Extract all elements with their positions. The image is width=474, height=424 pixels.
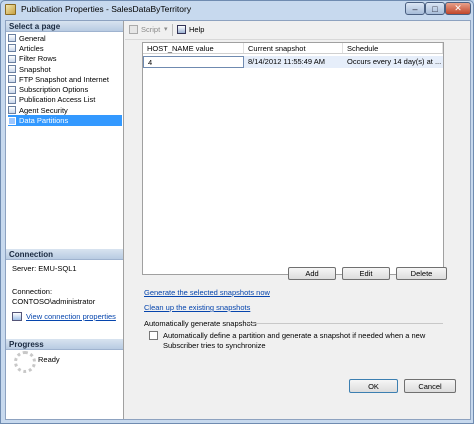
toolbar: Script ▾ Help bbox=[125, 21, 470, 40]
page-icon bbox=[8, 65, 16, 74]
page-item-label: Snapshot bbox=[19, 64, 51, 74]
column-header-current-snapshot[interactable]: Current snapshot bbox=[244, 43, 343, 53]
minimize-button[interactable]: – bbox=[405, 2, 425, 15]
page-list: General Articles Filter Rows Snapshot FT… bbox=[8, 33, 122, 126]
generate-snapshots-link[interactable]: Generate the selected snapshots now bbox=[144, 288, 270, 297]
page-icon bbox=[8, 44, 16, 53]
publication-icon bbox=[5, 4, 16, 15]
progress-spinner-icon bbox=[14, 351, 36, 373]
select-page-header: Select a page bbox=[6, 21, 123, 32]
page-item-articles[interactable]: Articles bbox=[8, 43, 122, 53]
page-icon bbox=[8, 116, 16, 125]
page-item-label: FTP Snapshot and Internet bbox=[19, 74, 109, 84]
page-item-snapshot[interactable]: Snapshot bbox=[8, 64, 122, 74]
page-item-label: Agent Security bbox=[19, 105, 68, 115]
partitions-grid[interactable]: HOST_NAME value Current snapshot Schedul… bbox=[142, 42, 444, 275]
connection-server: Server: EMU-SQL1 bbox=[12, 264, 77, 273]
title-bar[interactable]: Publication Properties - SalesDataByTerr… bbox=[1, 1, 473, 18]
connection-label: Connection: bbox=[12, 287, 53, 296]
cell-current-snapshot[interactable]: 8/14/2012 11:55:49 AM bbox=[244, 56, 343, 68]
page-item-label: Filter Rows bbox=[19, 54, 57, 64]
page-item-agent-security[interactable]: Agent Security bbox=[8, 105, 122, 115]
page-icon bbox=[8, 95, 16, 104]
page-item-subscription-options[interactable]: Subscription Options bbox=[8, 84, 122, 94]
page-item-general[interactable]: General bbox=[8, 33, 122, 43]
page-item-label: Data Partitions bbox=[19, 116, 69, 126]
script-button[interactable]: Script bbox=[129, 25, 160, 34]
group-divider bbox=[247, 323, 443, 324]
connection-properties-icon bbox=[12, 312, 22, 321]
column-header-host-name[interactable]: HOST_NAME value bbox=[143, 43, 244, 53]
help-button[interactable]: Help bbox=[177, 25, 204, 34]
script-label: Script bbox=[141, 25, 161, 34]
left-pane: Select a page General Articles Filter Ro… bbox=[6, 21, 124, 419]
page-item-data-partitions[interactable]: Data Partitions bbox=[8, 115, 122, 126]
table-row[interactable]: 4 8/14/2012 11:55:49 AM Occurs every 14 … bbox=[143, 56, 443, 68]
auto-define-partition-label-line1[interactable]: Automatically define a partition and gen… bbox=[163, 331, 425, 340]
page-item-label: Articles bbox=[19, 43, 44, 53]
progress-status: Ready bbox=[38, 355, 60, 364]
chevron-down-icon[interactable]: ▾ bbox=[164, 25, 168, 33]
page-icon bbox=[8, 54, 16, 63]
page-icon bbox=[8, 34, 16, 43]
page-item-ftp-snapshot[interactable]: FTP Snapshot and Internet bbox=[8, 74, 122, 84]
page-item-publication-access-list[interactable]: Publication Access List bbox=[8, 95, 122, 105]
connection-header: Connection bbox=[6, 249, 123, 260]
grid-header: HOST_NAME value Current snapshot Schedul… bbox=[143, 43, 443, 54]
help-label: Help bbox=[189, 25, 205, 34]
add-button[interactable]: Add bbox=[288, 267, 336, 280]
edit-button[interactable]: Edit bbox=[342, 267, 390, 280]
toolbar-separator bbox=[172, 24, 173, 36]
connection-user: CONTOSO\administrator bbox=[12, 297, 96, 306]
page-item-filter-rows[interactable]: Filter Rows bbox=[8, 54, 122, 64]
page-item-label: Publication Access List bbox=[19, 95, 96, 105]
window-title: Publication Properties - SalesDataByTerr… bbox=[21, 4, 192, 14]
cell-host-name[interactable]: 4 bbox=[143, 56, 244, 68]
help-icon bbox=[177, 25, 186, 34]
page-item-label: Subscription Options bbox=[19, 85, 89, 95]
page-icon bbox=[8, 85, 16, 94]
cancel-button[interactable]: Cancel bbox=[404, 379, 456, 393]
progress-header: Progress bbox=[6, 339, 123, 350]
ok-button[interactable]: OK bbox=[349, 379, 398, 393]
close-button[interactable]: ✕ bbox=[445, 2, 471, 15]
clean-up-snapshots-link[interactable]: Clean up the existing snapshots bbox=[144, 303, 250, 312]
publication-properties-window: Publication Properties - SalesDataByTerr… bbox=[0, 0, 474, 424]
view-connection-properties[interactable]: View connection properties bbox=[12, 312, 116, 321]
column-header-schedule[interactable]: Schedule bbox=[343, 43, 443, 53]
view-connection-properties-link[interactable]: View connection properties bbox=[26, 312, 116, 321]
page-icon bbox=[8, 106, 16, 115]
delete-button[interactable]: Delete bbox=[396, 267, 447, 280]
auto-define-partition-label-line2[interactable]: Subscriber tries to synchronize bbox=[163, 341, 266, 350]
page-icon bbox=[8, 75, 16, 84]
cell-schedule[interactable]: Occurs every 14 day(s) at ... bbox=[343, 56, 443, 68]
auto-define-partition-checkbox[interactable] bbox=[149, 331, 158, 340]
script-icon bbox=[129, 25, 138, 34]
maximize-button[interactable]: □ bbox=[425, 2, 445, 15]
page-item-label: General bbox=[19, 33, 46, 43]
auto-generate-group-label: Automatically generate snapshots bbox=[144, 319, 257, 328]
